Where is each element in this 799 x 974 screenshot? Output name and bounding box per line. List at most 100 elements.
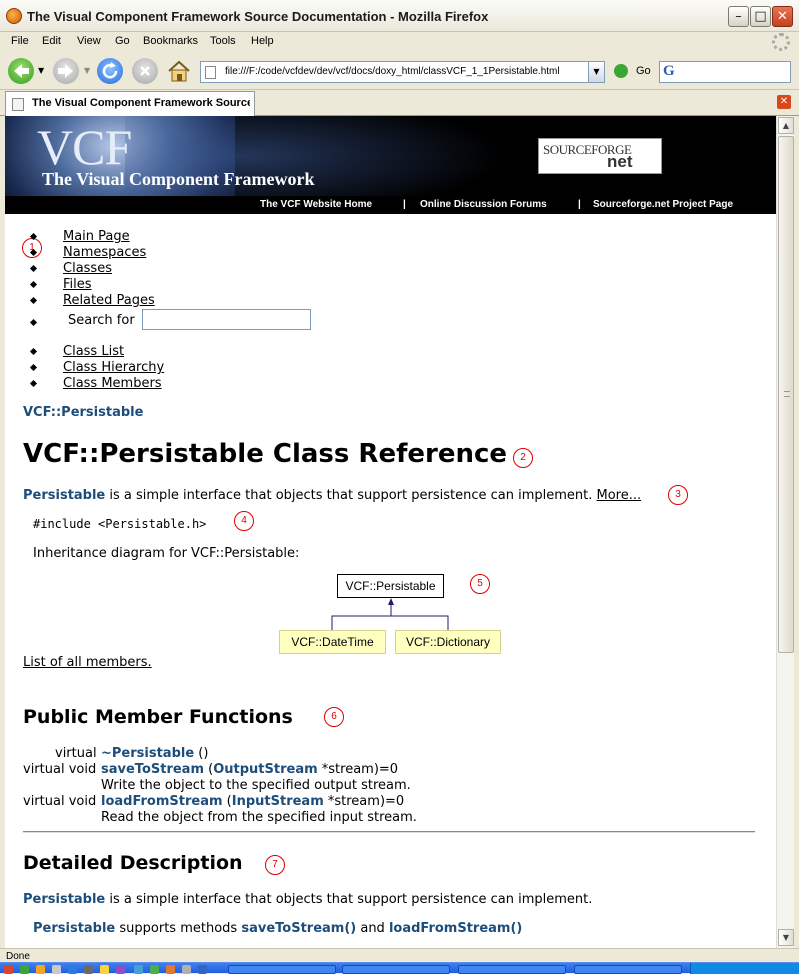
menu-go[interactable]: Go (115, 35, 130, 47)
close-window-button[interactable]: ✕ (772, 6, 793, 27)
menu-help[interactable]: Help (251, 35, 274, 47)
class-link[interactable]: Persistable (33, 921, 115, 936)
menu-tools[interactable]: Tools (210, 35, 236, 47)
member-row: virtual void (23, 762, 97, 777)
minimize-button[interactable]: – (728, 6, 749, 27)
method-link[interactable]: loadFromStream() (389, 921, 522, 936)
address-dropdown-icon[interactable]: ▼ (588, 62, 604, 82)
brief-description: Persistable is a simple interface that o… (23, 488, 642, 503)
go-icon[interactable] (614, 64, 628, 78)
tab-title: The Visual Component Framework Source Do… (32, 97, 250, 109)
nav-main-page[interactable]: Main Page (45, 229, 155, 245)
nav-namespaces[interactable]: Namespaces (45, 245, 155, 261)
search-box[interactable]: G (659, 61, 791, 83)
type-link[interactable]: OutputStream (213, 762, 317, 777)
member-row: ~Persistable () (101, 746, 209, 761)
throbber-icon (772, 33, 790, 51)
back-button[interactable] (8, 58, 34, 84)
google-icon[interactable]: G (663, 63, 675, 80)
reload-button[interactable] (97, 58, 123, 84)
annotation-5: 5 (470, 574, 490, 594)
browser-window: The Visual Component Framework Source Do… (0, 0, 799, 974)
vcf-logo: VCF (37, 119, 132, 175)
back-arrow-icon (14, 64, 29, 78)
navigation-toolbar: ▼ ▼ file:///F:/code/vcfdev/dev/vcf/docs/… (0, 52, 799, 90)
nav-classes[interactable]: Classes (45, 261, 155, 277)
member-link[interactable]: ~Persistable (101, 746, 194, 761)
maximize-button[interactable]: □ (750, 6, 771, 27)
stop-button[interactable] (132, 58, 158, 84)
detailed-description-text: Persistable is a simple interface that o… (23, 892, 593, 907)
page-icon (12, 98, 24, 111)
go-button[interactable]: Go (636, 65, 651, 77)
more-link[interactable]: More... (597, 488, 642, 503)
page-icon (205, 66, 216, 79)
search-label: Search for (68, 313, 135, 328)
nav-class-list[interactable]: Class List (45, 344, 164, 360)
link-separator: | (403, 199, 406, 210)
diagram-child-datetime[interactable]: VCF::DateTime (279, 630, 386, 654)
member-link[interactable]: saveToStream (101, 762, 204, 777)
link-sf-project[interactable]: Sourceforge.net Project Page (593, 199, 733, 210)
link-vcf-home[interactable]: The VCF Website Home (260, 199, 372, 210)
menu-bookmarks[interactable]: Bookmarks (143, 35, 198, 47)
nav-related-pages[interactable]: Related Pages (45, 293, 155, 309)
member-description: Write the object to the specified output… (101, 778, 411, 793)
close-tab-icon[interactable]: ✕ (777, 95, 791, 109)
page-content: VCF The Visual Component Framework SOURC… (5, 116, 776, 948)
member-link[interactable]: loadFromStream (101, 794, 223, 809)
home-icon (168, 60, 190, 82)
forward-dropdown-icon[interactable]: ▼ (84, 66, 90, 75)
main-nav: Main Page Namespaces Classes Files Relat… (45, 229, 155, 309)
sourceforge-logo[interactable]: SOURCEFORGE net (538, 138, 662, 174)
member-row: virtual void (23, 794, 97, 809)
windows-taskbar (0, 962, 799, 974)
annotation-7: 7 (265, 855, 285, 875)
arrowhead-icon (388, 598, 394, 605)
inheritance-label: Inheritance diagram for VCF::Persistable… (33, 546, 300, 561)
member-row: virtual (55, 746, 97, 761)
tab-bar: The Visual Component Framework Source Do… (0, 90, 799, 116)
tab-active[interactable]: The Visual Component Framework Source Do… (5, 91, 255, 116)
forward-button[interactable] (53, 58, 79, 84)
banner-subtitle: The Visual Component Framework (42, 169, 315, 189)
home-button[interactable] (166, 58, 192, 84)
menu-edit[interactable]: Edit (42, 35, 61, 47)
class-link[interactable]: Persistable (23, 488, 105, 503)
window-title: The Visual Component Framework Source Do… (27, 9, 489, 24)
search-input[interactable] (142, 309, 311, 330)
link-forums[interactable]: Online Discussion Forums (420, 199, 547, 210)
method-link[interactable]: saveToStream() (241, 921, 356, 936)
menu-view[interactable]: View (77, 35, 101, 47)
type-link[interactable]: InputStream (232, 794, 324, 809)
detailed-description-heading: Detailed Description (23, 852, 243, 874)
annotation-4: 4 (234, 511, 254, 531)
nav-files[interactable]: Files (45, 277, 155, 293)
diagram-child-dictionary[interactable]: VCF::Dictionary (395, 630, 501, 654)
diagram-base-class[interactable]: VCF::Persistable (337, 574, 444, 598)
stop-icon (140, 66, 150, 76)
scroll-up-icon[interactable]: ▲ (778, 117, 794, 134)
member-row: loadFromStream (InputStream *stream)=0 (101, 794, 405, 809)
vertical-scrollbar[interactable]: ▲ ▼ (776, 116, 794, 948)
scroll-down-icon[interactable]: ▼ (778, 929, 794, 946)
nav-class-members[interactable]: Class Members (45, 376, 164, 392)
scroll-thumb[interactable] (778, 136, 794, 653)
annotation-6: 6 (324, 707, 344, 727)
forward-arrow-icon (58, 64, 73, 78)
reload-icon (102, 62, 118, 79)
back-dropdown-icon[interactable]: ▼ (38, 66, 44, 75)
title-bar: The Visual Component Framework Source Do… (0, 0, 799, 32)
address-bar[interactable]: file:///F:/code/vcfdev/dev/vcf/docs/doxy… (200, 61, 605, 83)
status-bar: Done (0, 948, 799, 962)
inheritance-connector (331, 598, 449, 630)
menu-file[interactable]: File (11, 35, 29, 47)
nav-class-hierarchy[interactable]: Class Hierarchy (45, 360, 164, 376)
link-separator: | (578, 199, 581, 210)
section-divider (23, 831, 755, 833)
address-input[interactable]: file:///F:/code/vcfdev/dev/vcf/docs/doxy… (225, 66, 585, 77)
class-link[interactable]: Persistable (23, 892, 105, 907)
list-all-members-link[interactable]: List of all members. (23, 655, 152, 670)
include-line: #include <Persistable.h> (33, 517, 207, 531)
breadcrumb[interactable]: VCF::Persistable (23, 405, 143, 420)
